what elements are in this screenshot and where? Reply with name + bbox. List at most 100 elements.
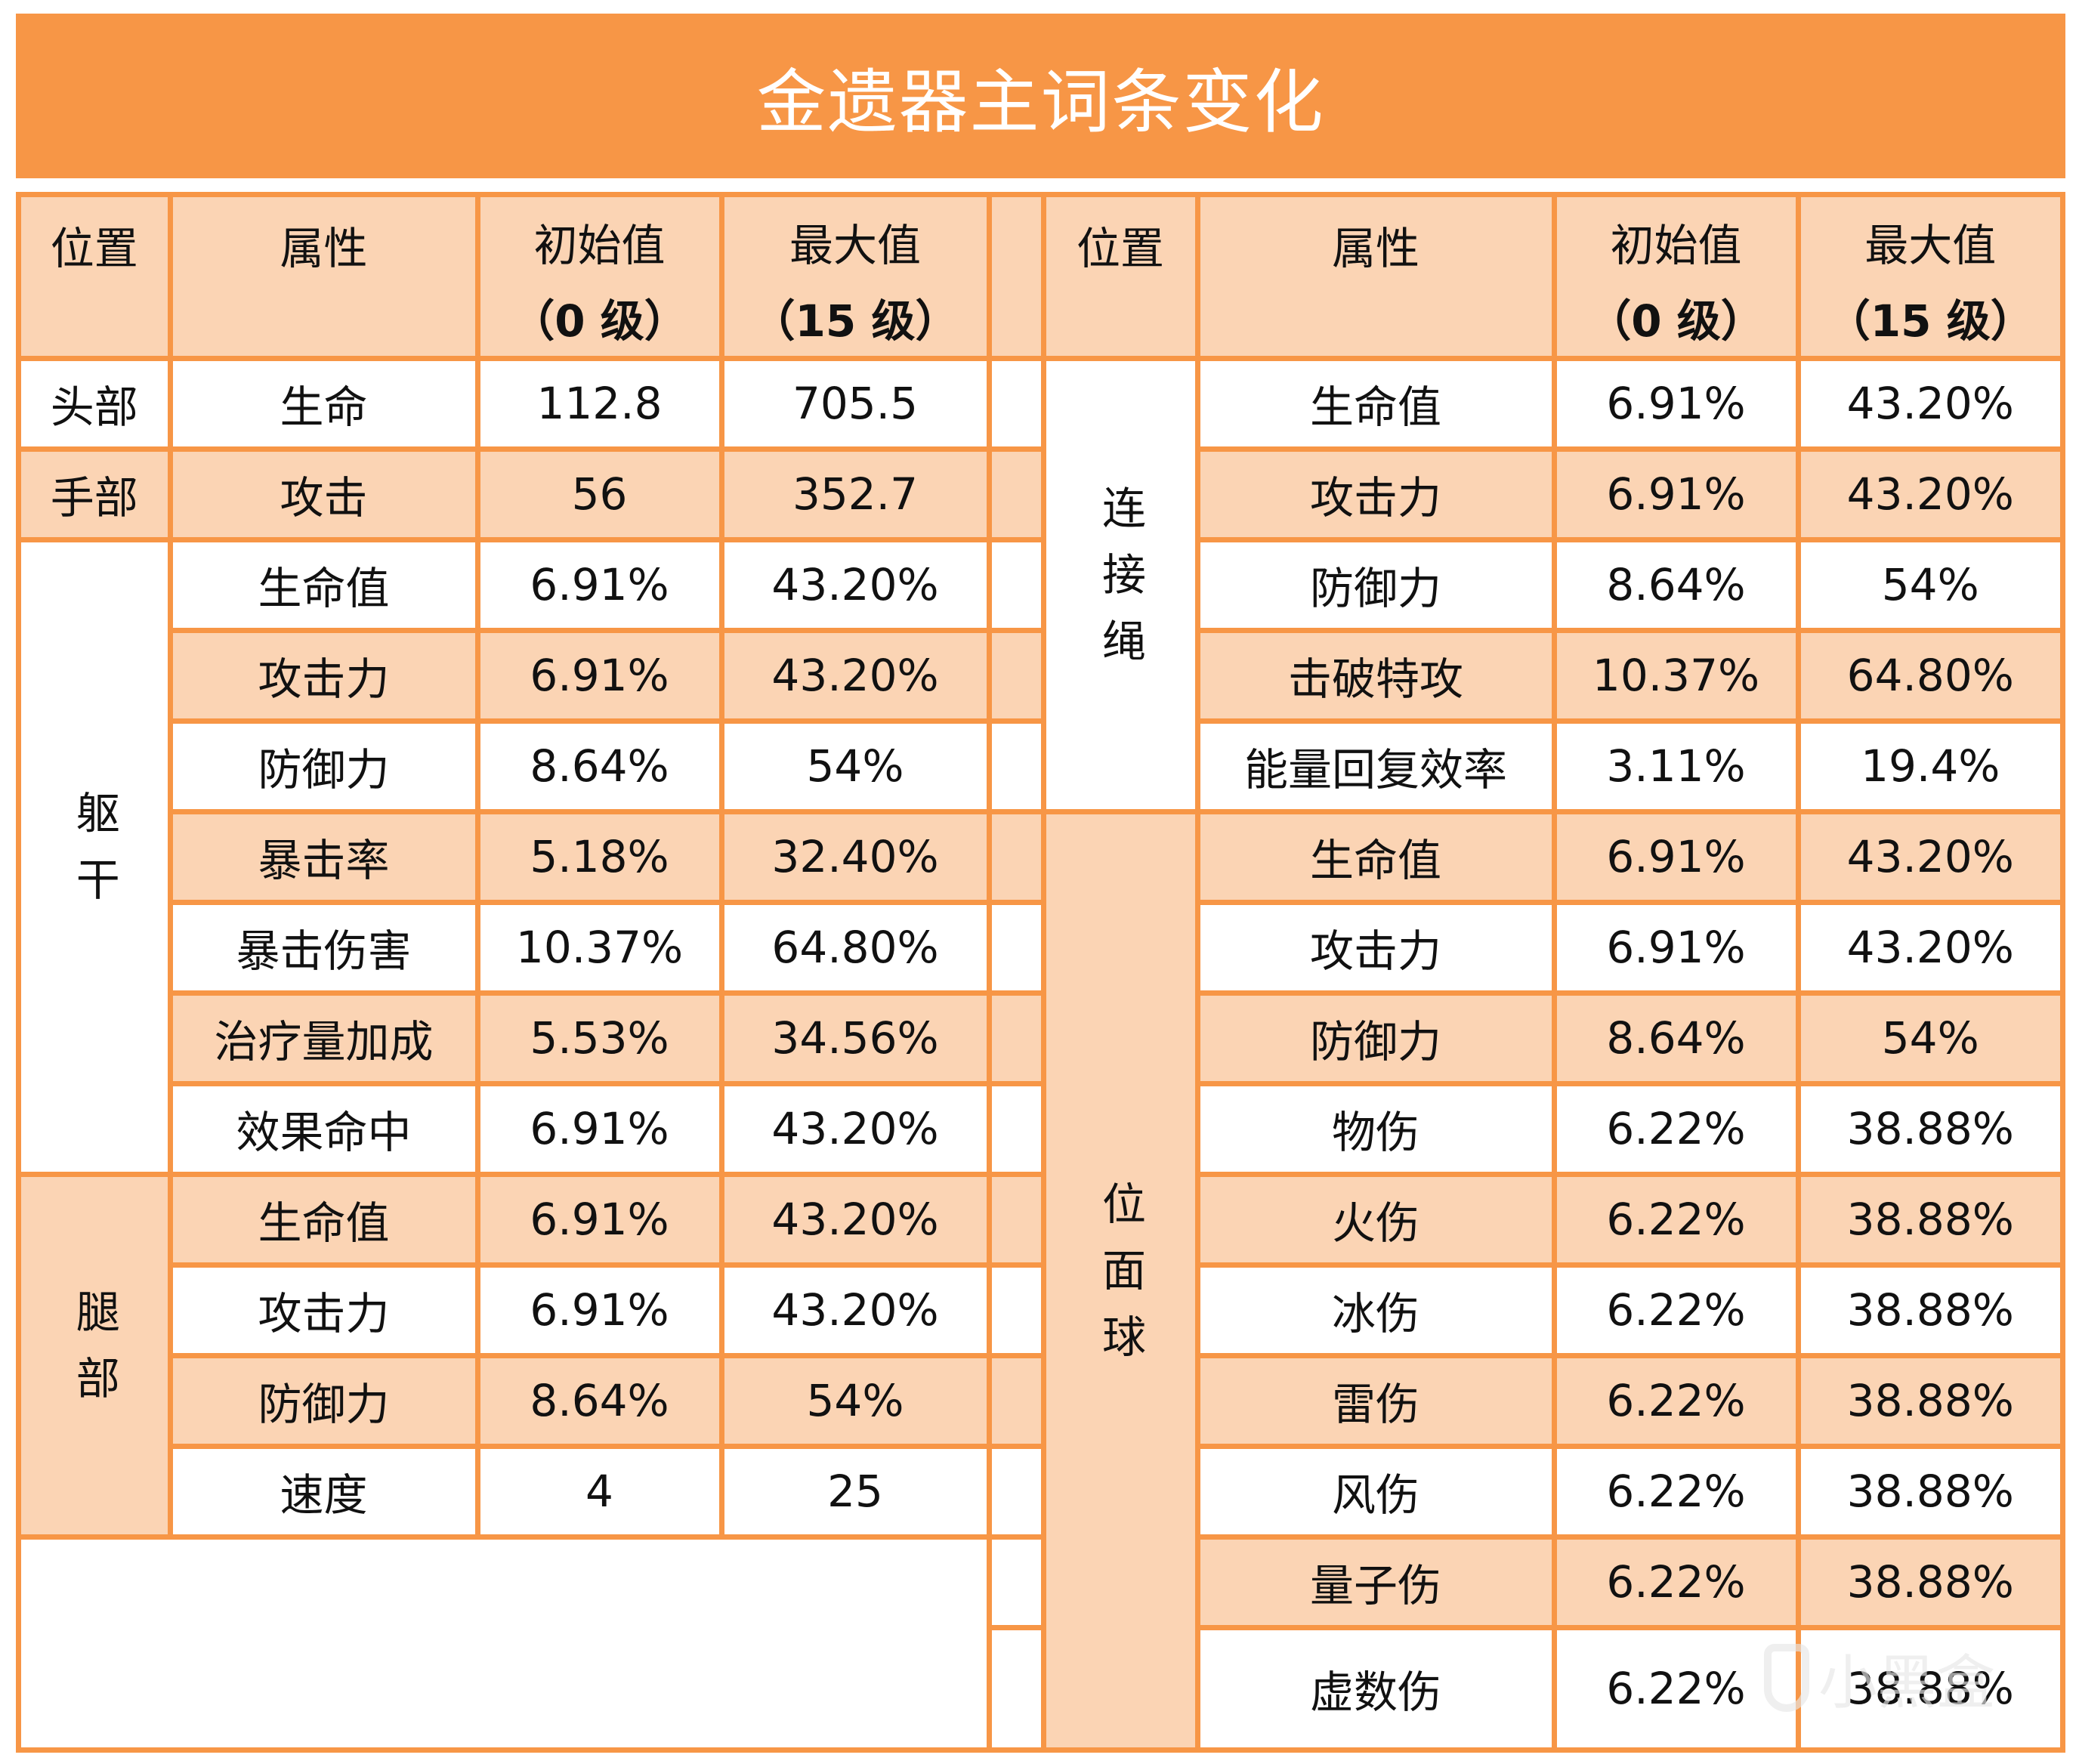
spacer-cell [991,814,1041,900]
initial-value: 10.37% [515,922,684,973]
initial-value: 8.64% [1606,1012,1746,1064]
header-max-sublabel: （15 级） [1826,295,2034,347]
initial-value-cell: 6.22% [1556,1358,1796,1444]
attribute-label: 物伤 [1331,1107,1419,1158]
initial-value: 6.22% [1606,1375,1746,1426]
attribute-cell: 攻击力 [172,1267,475,1353]
attribute-label: 治疗量加成 [214,1016,434,1067]
left-header-position: 位置 [21,197,168,356]
max-value: 705.5 [792,378,919,429]
initial-value-cell: 8.64% [1556,542,1796,628]
initial-value: 6.91% [1606,922,1746,973]
max-value: 43.20% [771,650,939,701]
initial-value-cell: 6.91% [480,1176,719,1262]
attribute-label: 虚数伤 [1309,1667,1441,1719]
initial-value: 6.22% [1606,1663,1746,1715]
max-value: 43.20% [1846,468,2014,520]
max-value-cell: 43.20% [1800,814,2060,900]
max-value-cell: 38.88% [1800,1448,2060,1534]
initial-value-cell: 56 [480,451,719,537]
max-value: 352.7 [792,468,919,520]
max-value-cell: 43.20% [724,1267,987,1353]
attribute-label: 雷伤 [1331,1379,1419,1430]
initial-value: 6.22% [1606,1103,1746,1154]
header-position-label: 位置 [1076,223,1164,274]
attribute-label: 生命值 [1309,835,1441,886]
spacer-cell [991,723,1041,809]
header-initial-label: 初始值 [533,219,666,271]
attribute-cell: 效果命中 [172,1086,475,1172]
max-value: 64.80% [1846,650,2014,701]
attribute-label: 能量回复效率 [1243,744,1507,795]
position-label: 躯干 [68,790,120,923]
max-value: 54% [806,1375,904,1426]
initial-value: 6.91% [530,1194,669,1245]
attribute-cell: 暴击率 [172,814,475,900]
header-attribute-label: 属性 [280,223,368,274]
attribute-label: 击破特攻 [1287,653,1463,705]
attribute-cell: 生命值 [172,542,475,628]
initial-value-cell: 4 [480,1448,719,1534]
max-value: 34.56% [771,1012,939,1064]
left-header-max: 最大值 （15 级） [724,197,987,356]
left-position-cell: 头部 [21,360,168,446]
initial-value: 6.91% [1606,468,1746,520]
initial-value: 6.22% [1606,1556,1746,1608]
initial-value-cell: 6.22% [1556,1086,1796,1172]
left-position-cell: 躯干 [21,542,168,1172]
spacer-cell [991,542,1041,628]
left-position-cell: 手部 [21,451,168,537]
right-header-attribute: 属性 [1200,197,1552,356]
attribute-label: 防御力 [1309,1016,1441,1067]
max-value: 38.88% [1846,1556,2014,1608]
attribute-label: 量子伤 [1309,1560,1441,1611]
max-value-cell: 43.20% [1800,904,2060,990]
attribute-cell: 生命值 [1200,814,1552,900]
max-value-cell: 38.88% [1800,1086,2060,1172]
max-value: 38.88% [1846,1194,2014,1245]
initial-value: 3.11% [1606,740,1746,792]
right-header-max: 最大值 （15 级） [1800,197,2060,356]
attribute-cell: 攻击力 [1200,904,1552,990]
spacer-cell [991,632,1041,718]
spacer-cell [991,1630,1041,1747]
attribute-label: 生命值 [258,1197,390,1249]
attribute-label: 暴击率 [258,835,390,886]
max-value-cell: 38.88% [1800,1267,2060,1353]
header-max-label: 最大值 [789,219,921,271]
title-gap [16,178,2065,192]
attribute-cell: 虚数伤 [1200,1630,1552,1747]
attribute-label: 攻击力 [1309,925,1441,977]
initial-value: 56 [571,468,628,520]
max-value-cell: 38.88% [1800,1630,2060,1747]
max-value: 32.40% [771,831,939,882]
attribute-cell: 治疗量加成 [172,995,475,1081]
max-value-cell: 64.80% [1800,632,2060,718]
initial-value-cell: 6.22% [1556,1267,1796,1353]
attribute-cell: 防御力 [1200,995,1552,1081]
attribute-cell: 防御力 [1200,542,1552,628]
right-header-initial: 初始值 （0 级） [1556,197,1796,356]
initial-value-cell: 10.37% [480,904,719,990]
attribute-cell: 暴击伤害 [172,904,475,990]
spacer-cell [991,1267,1041,1353]
max-value-cell: 38.88% [1800,1176,2060,1262]
attribute-label: 火伤 [1331,1197,1419,1249]
initial-value: 6.22% [1606,1466,1746,1517]
max-value: 54% [1881,1012,1979,1064]
attribute-label: 生命 [280,382,368,433]
max-value-cell: 43.20% [1800,360,2060,446]
attribute-cell: 量子伤 [1200,1539,1552,1625]
initial-value-cell: 6.91% [480,632,719,718]
page-title: 金遗器主词条变化 [756,61,1325,143]
max-value: 38.88% [1846,1284,2014,1336]
max-value-cell: 64.80% [724,904,987,990]
initial-value: 6.91% [530,559,669,610]
max-value: 43.20% [771,1103,939,1154]
max-value: 54% [1881,559,1979,610]
max-value: 43.20% [1846,922,2014,973]
attribute-label: 防御力 [258,744,390,795]
initial-value-cell: 6.91% [480,1086,719,1172]
header-position-label: 位置 [50,223,138,274]
attribute-cell: 攻击力 [1200,451,1552,537]
